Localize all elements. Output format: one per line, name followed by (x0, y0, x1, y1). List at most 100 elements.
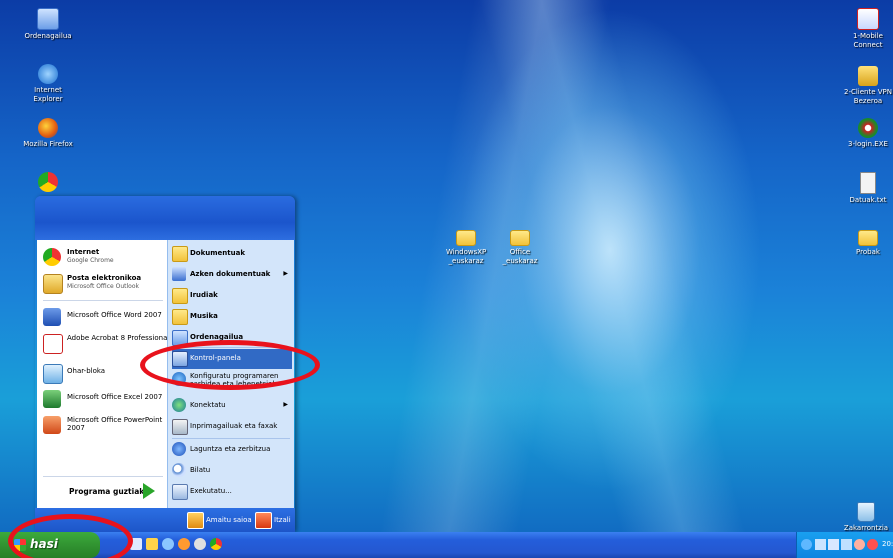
menu-item-search[interactable]: Bilatu (172, 461, 292, 481)
chrome-icon (43, 248, 61, 266)
menu-item-label: Inprimagailuak eta faxak (190, 422, 278, 430)
pinned-item-internet[interactable]: Internet Google Chrome (43, 246, 167, 270)
start-menu-header (35, 196, 295, 240)
screen: Ordenagailua Internet Explorer Mozilla F… (0, 0, 893, 558)
logoff-button[interactable]: Amaitu saioa (187, 512, 252, 529)
ie-icon[interactable] (162, 538, 174, 550)
media-icon[interactable] (194, 538, 206, 550)
menu-item-connect[interactable]: Konektatu ▶ (172, 396, 292, 416)
folder-icon (510, 230, 530, 246)
pinned-item-email[interactable]: Posta elektronikoa Microsoft Office Outl… (43, 272, 167, 296)
login-icon (858, 118, 878, 138)
music-folder-icon (172, 309, 188, 325)
display-icon[interactable] (828, 539, 839, 550)
separator (43, 300, 163, 301)
powerpoint-icon (43, 416, 61, 434)
menu-item-pictures[interactable]: Irudiak (172, 286, 292, 306)
mobile-connect-icon (857, 8, 879, 30)
desktop-icon-label: WindowsXP _euskaraz (446, 248, 487, 265)
desktop-icon-login[interactable]: 3-login.EXE (841, 118, 893, 149)
pinned-item-title: Internet (67, 248, 100, 256)
recent-item-label: Ohar-bloka (67, 367, 106, 375)
recent-item-label: Microsoft Office PowerPoint 2007 (67, 416, 163, 432)
menu-item-label: Musika (190, 312, 218, 320)
outlook-icon (43, 274, 63, 294)
desktop-icon-chrome-shortcut[interactable] (16, 172, 80, 194)
text-file-icon (860, 172, 876, 194)
desktop-icon-mobile-connect[interactable]: 1-Mobile Connect (841, 8, 893, 50)
word-icon (43, 308, 61, 326)
tray-expand-icon[interactable] (801, 539, 812, 550)
help-icon (172, 442, 186, 456)
connect-icon (172, 398, 186, 412)
desktop-icon-ie[interactable]: Internet Explorer (16, 64, 80, 104)
green-arrow-icon (143, 483, 155, 499)
logoff-icon (187, 512, 204, 529)
shutdown-button[interactable]: Itzali (255, 512, 293, 529)
pinned-item-subtitle: Google Chrome (67, 257, 114, 264)
desktop-icon-label: Mozilla Firefox (23, 140, 73, 148)
notepad-icon (43, 364, 63, 384)
explorer-icon[interactable] (146, 538, 158, 550)
menu-item-label: Laguntza eta zerbitzua (190, 445, 271, 453)
desktop-icon-office-folder[interactable]: Office _euskaraz (490, 230, 550, 266)
recent-item-powerpoint[interactable]: Microsoft Office PowerPoint 2007 (43, 414, 167, 442)
desktop-icon-firefox[interactable]: Mozilla Firefox (16, 118, 80, 149)
separator (172, 438, 290, 439)
all-programs-button[interactable]: Programa guztiak (37, 480, 167, 504)
documents-folder-icon (172, 246, 188, 262)
firefox-icon (38, 118, 58, 138)
acrobat-icon (43, 334, 63, 354)
search-icon (172, 463, 186, 477)
recent-item-word[interactable]: Microsoft Office Word 2007 (43, 306, 167, 330)
computer-icon (37, 8, 59, 30)
desktop-icon-recycle-bin[interactable]: Zakarrontzia (839, 502, 893, 533)
all-programs-label: Programa guztiak (69, 487, 145, 496)
menu-item-recent-documents[interactable]: Azken dokumentuak ▶ (172, 265, 292, 285)
desktop-icon-computer[interactable]: Ordenagailua (16, 8, 80, 41)
menu-item-music[interactable]: Musika (172, 307, 292, 327)
network-icon[interactable] (815, 539, 826, 550)
folder-icon (456, 230, 476, 246)
clock[interactable]: 20:39 (882, 540, 893, 548)
shutdown-label: Itzali (274, 516, 291, 524)
desktop-icon-label: Office _euskaraz (502, 248, 538, 265)
desktop-icon-label: 1-Mobile Connect (853, 32, 883, 49)
menu-item-run[interactable]: Exekutatu... (172, 482, 292, 502)
recent-item-label: Microsoft Office Word 2007 (67, 311, 162, 319)
recent-item-excel[interactable]: Microsoft Office Excel 2007 (43, 388, 167, 412)
printers-icon (172, 419, 188, 435)
pinned-item-subtitle: Microsoft Office Outlook (67, 283, 139, 290)
security-icon[interactable] (854, 539, 865, 550)
desktop-icon-windowsxp-folder[interactable]: WindowsXP _euskaraz (436, 230, 496, 266)
vpn-icon (858, 66, 878, 86)
pinned-item-title: Posta elektronikoa (67, 274, 142, 282)
taskbar (0, 532, 893, 558)
desktop-icon-probak[interactable]: Probak (841, 230, 893, 257)
chrome-icon[interactable] (210, 538, 222, 550)
recycle-bin-icon (857, 502, 875, 522)
menu-item-help[interactable]: Laguntza eta zerbitzua (172, 440, 292, 460)
pictures-folder-icon (172, 288, 188, 304)
desktop-icon-vpn[interactable]: 2-Cliente VPN Bezeroa (841, 66, 893, 106)
desktop-icon-label: Ordenagailua (24, 32, 72, 40)
chrome-shortcut-icon (38, 172, 58, 192)
alert-icon[interactable] (867, 539, 878, 550)
ie-icon (38, 64, 58, 84)
recent-item-label: Microsoft Office Excel 2007 (67, 393, 163, 401)
logoff-label: Amaitu saioa (206, 516, 252, 524)
menu-item-documents[interactable]: Dokumentuak (172, 244, 292, 264)
volume-icon[interactable] (841, 539, 852, 550)
folder-icon (858, 230, 878, 246)
menu-item-printers[interactable]: Inprimagailuak eta faxak (172, 417, 292, 437)
submenu-arrow-icon: ▶ (283, 401, 288, 408)
firefox-icon[interactable] (178, 538, 190, 550)
desktop-icon-label: Probak (856, 248, 880, 256)
excel-icon (43, 390, 61, 408)
menu-item-label: Exekutatu... (190, 487, 232, 495)
desktop-icon-datuak[interactable]: Datuak.txt (841, 172, 893, 205)
menu-item-label: Dokumentuak (190, 249, 245, 257)
desktop-icon-label: Internet Explorer (33, 86, 63, 103)
separator (43, 476, 163, 477)
run-icon (172, 484, 188, 500)
